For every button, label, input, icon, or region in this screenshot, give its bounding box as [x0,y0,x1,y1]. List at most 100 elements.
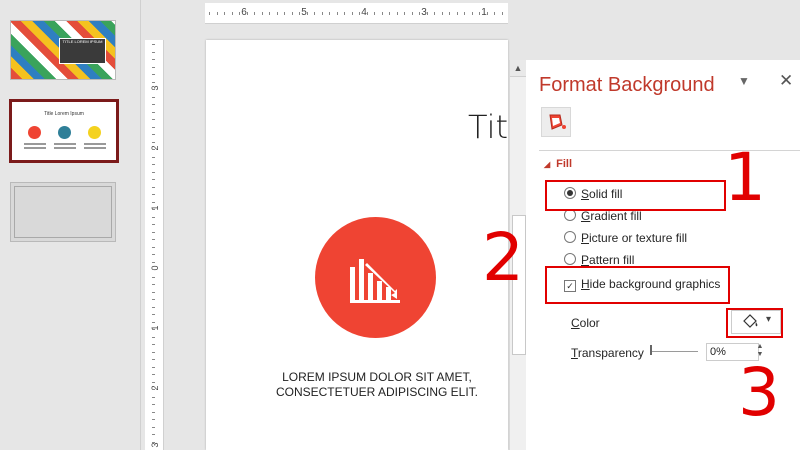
ruler-tick [254,12,255,15]
ruler-tick [276,12,278,15]
ruler-number: 0 [150,265,160,271]
scroll-up-button[interactable]: ▲ [510,60,526,77]
ruler-tick [152,261,155,263]
ruler-tick [152,51,155,53]
ruler-tick [224,12,225,15]
slide-thumbnail-2[interactable]: Title Lorem Ipsum [9,99,119,163]
ruler-number: 4 [361,7,367,18]
ruler-tick [152,404,155,405]
ruler-tick [152,216,155,218]
ruler-tick [152,366,155,368]
ruler-tick [152,111,155,113]
paint-bucket-icon [549,114,566,130]
ruler-tick [152,284,155,285]
ruler-tick [152,59,155,60]
thumbnail-frame [14,186,112,238]
gradient-fill-option[interactable]: Gradient fill [564,209,642,223]
thumbnail-title: TITLE LOREM IPSUM [59,38,106,64]
body-line: CONSECTETUER ADIPISCING ELIT. [275,385,479,399]
label-text: olor [579,316,600,330]
fill-section-header[interactable]: ◢ Fill [544,158,572,170]
ruler-number: 6 [241,7,247,18]
ruler-tick [152,374,155,375]
fill-header-label: Fill [556,158,573,170]
ruler-tick [261,12,263,15]
ruler-tick [152,329,155,330]
radio-button[interactable] [564,253,576,265]
label-text: ransparency [577,346,644,360]
transparency-slider-track[interactable] [651,351,698,352]
ruler-tick [152,239,155,240]
ruler-tick [152,426,155,428]
accelerator-key: T [571,346,578,360]
ruler-tick [479,12,480,15]
ruler-number: 5 [301,7,307,18]
ruler-tick [471,12,473,15]
ruler-tick [434,12,435,15]
ruler-number: 3 [421,7,427,18]
slide-thumbnail-1[interactable]: TITLE LOREM IPSUM [10,20,118,82]
ruler-tick [152,126,155,128]
thumbnail-dot [28,126,41,139]
ruler-tick [152,96,155,98]
thumbnail-text-line [24,143,46,145]
ruler-tick [152,434,155,435]
ruler-tick [314,12,315,15]
ruler-tick [152,81,155,83]
slide-canvas[interactable]: LOREM IPSUM DOLOR SIT AMET, CONSECTETUER… [206,40,508,450]
thumbnail-canvas: TITLE LOREM IPSUM [10,20,116,80]
ruler-tick [152,224,155,225]
ruler-tick [216,12,218,15]
thumbnail-title: Title Lorem Ipsum [44,111,84,117]
pane-options-dropdown[interactable]: ▼ [738,74,750,88]
ruler-tick [366,12,368,15]
ruler-tick [449,12,450,15]
ruler-tick [152,164,155,165]
ruler-tick [441,12,443,15]
pattern-fill-option[interactable]: Pattern fill [564,253,634,267]
picture-texture-fill-option[interactable]: Picture or texture fill [564,231,687,245]
radio-button[interactable] [564,231,576,243]
ruler-number: 2 [150,385,160,391]
ruler-tick [152,411,155,413]
annotation-number: 3 [738,354,780,431]
ruler-tick [152,194,155,195]
close-icon[interactable]: ✕ [779,71,793,91]
chart-circle-shape[interactable] [315,217,436,338]
fill-tab[interactable] [541,107,571,137]
thumbnail-canvas [10,182,116,242]
ruler-tick [404,12,405,15]
slide-thumbnail-3[interactable] [10,182,118,244]
annotation-box-hide-graphics [545,266,730,304]
ruler-tick [494,12,495,15]
ruler-tick [152,44,155,45]
ruler-tick [152,201,155,203]
ruler-tick [152,171,155,173]
thumbnail-text-line [24,147,46,149]
ruler-tick [299,12,300,15]
slide-body-text[interactable]: LOREM IPSUM DOLOR SIT AMET, CONSECTETUER… [262,370,492,400]
accelerator-key: P [581,253,590,267]
horizontal-ruler: 6 5 4 3 1 [205,3,508,24]
ruler-tick [336,12,338,15]
ruler-tick [152,359,155,360]
spin-up-icon[interactable]: ▲ [755,343,765,351]
transparency-slider-handle[interactable] [650,345,652,355]
thumbnail-text-line [54,143,76,145]
ruler-tick [152,306,155,308]
ruler-tick [152,351,155,353]
ruler-tick [306,12,308,15]
ruler-tick [152,156,155,158]
ruler-tick [501,12,503,15]
ruler-number: 1 [481,7,487,18]
ruler-tick [209,12,210,15]
ruler-tick [152,254,155,255]
annotation-box-color-button [726,308,783,338]
ruler-number: 3 [150,85,160,91]
ruler-tick [374,12,375,15]
ruler-tick [486,12,488,15]
ruler-tick [389,12,390,15]
annotation-number: 1 [724,139,766,216]
ruler-tick [152,269,155,270]
ruler-tick [351,12,353,15]
